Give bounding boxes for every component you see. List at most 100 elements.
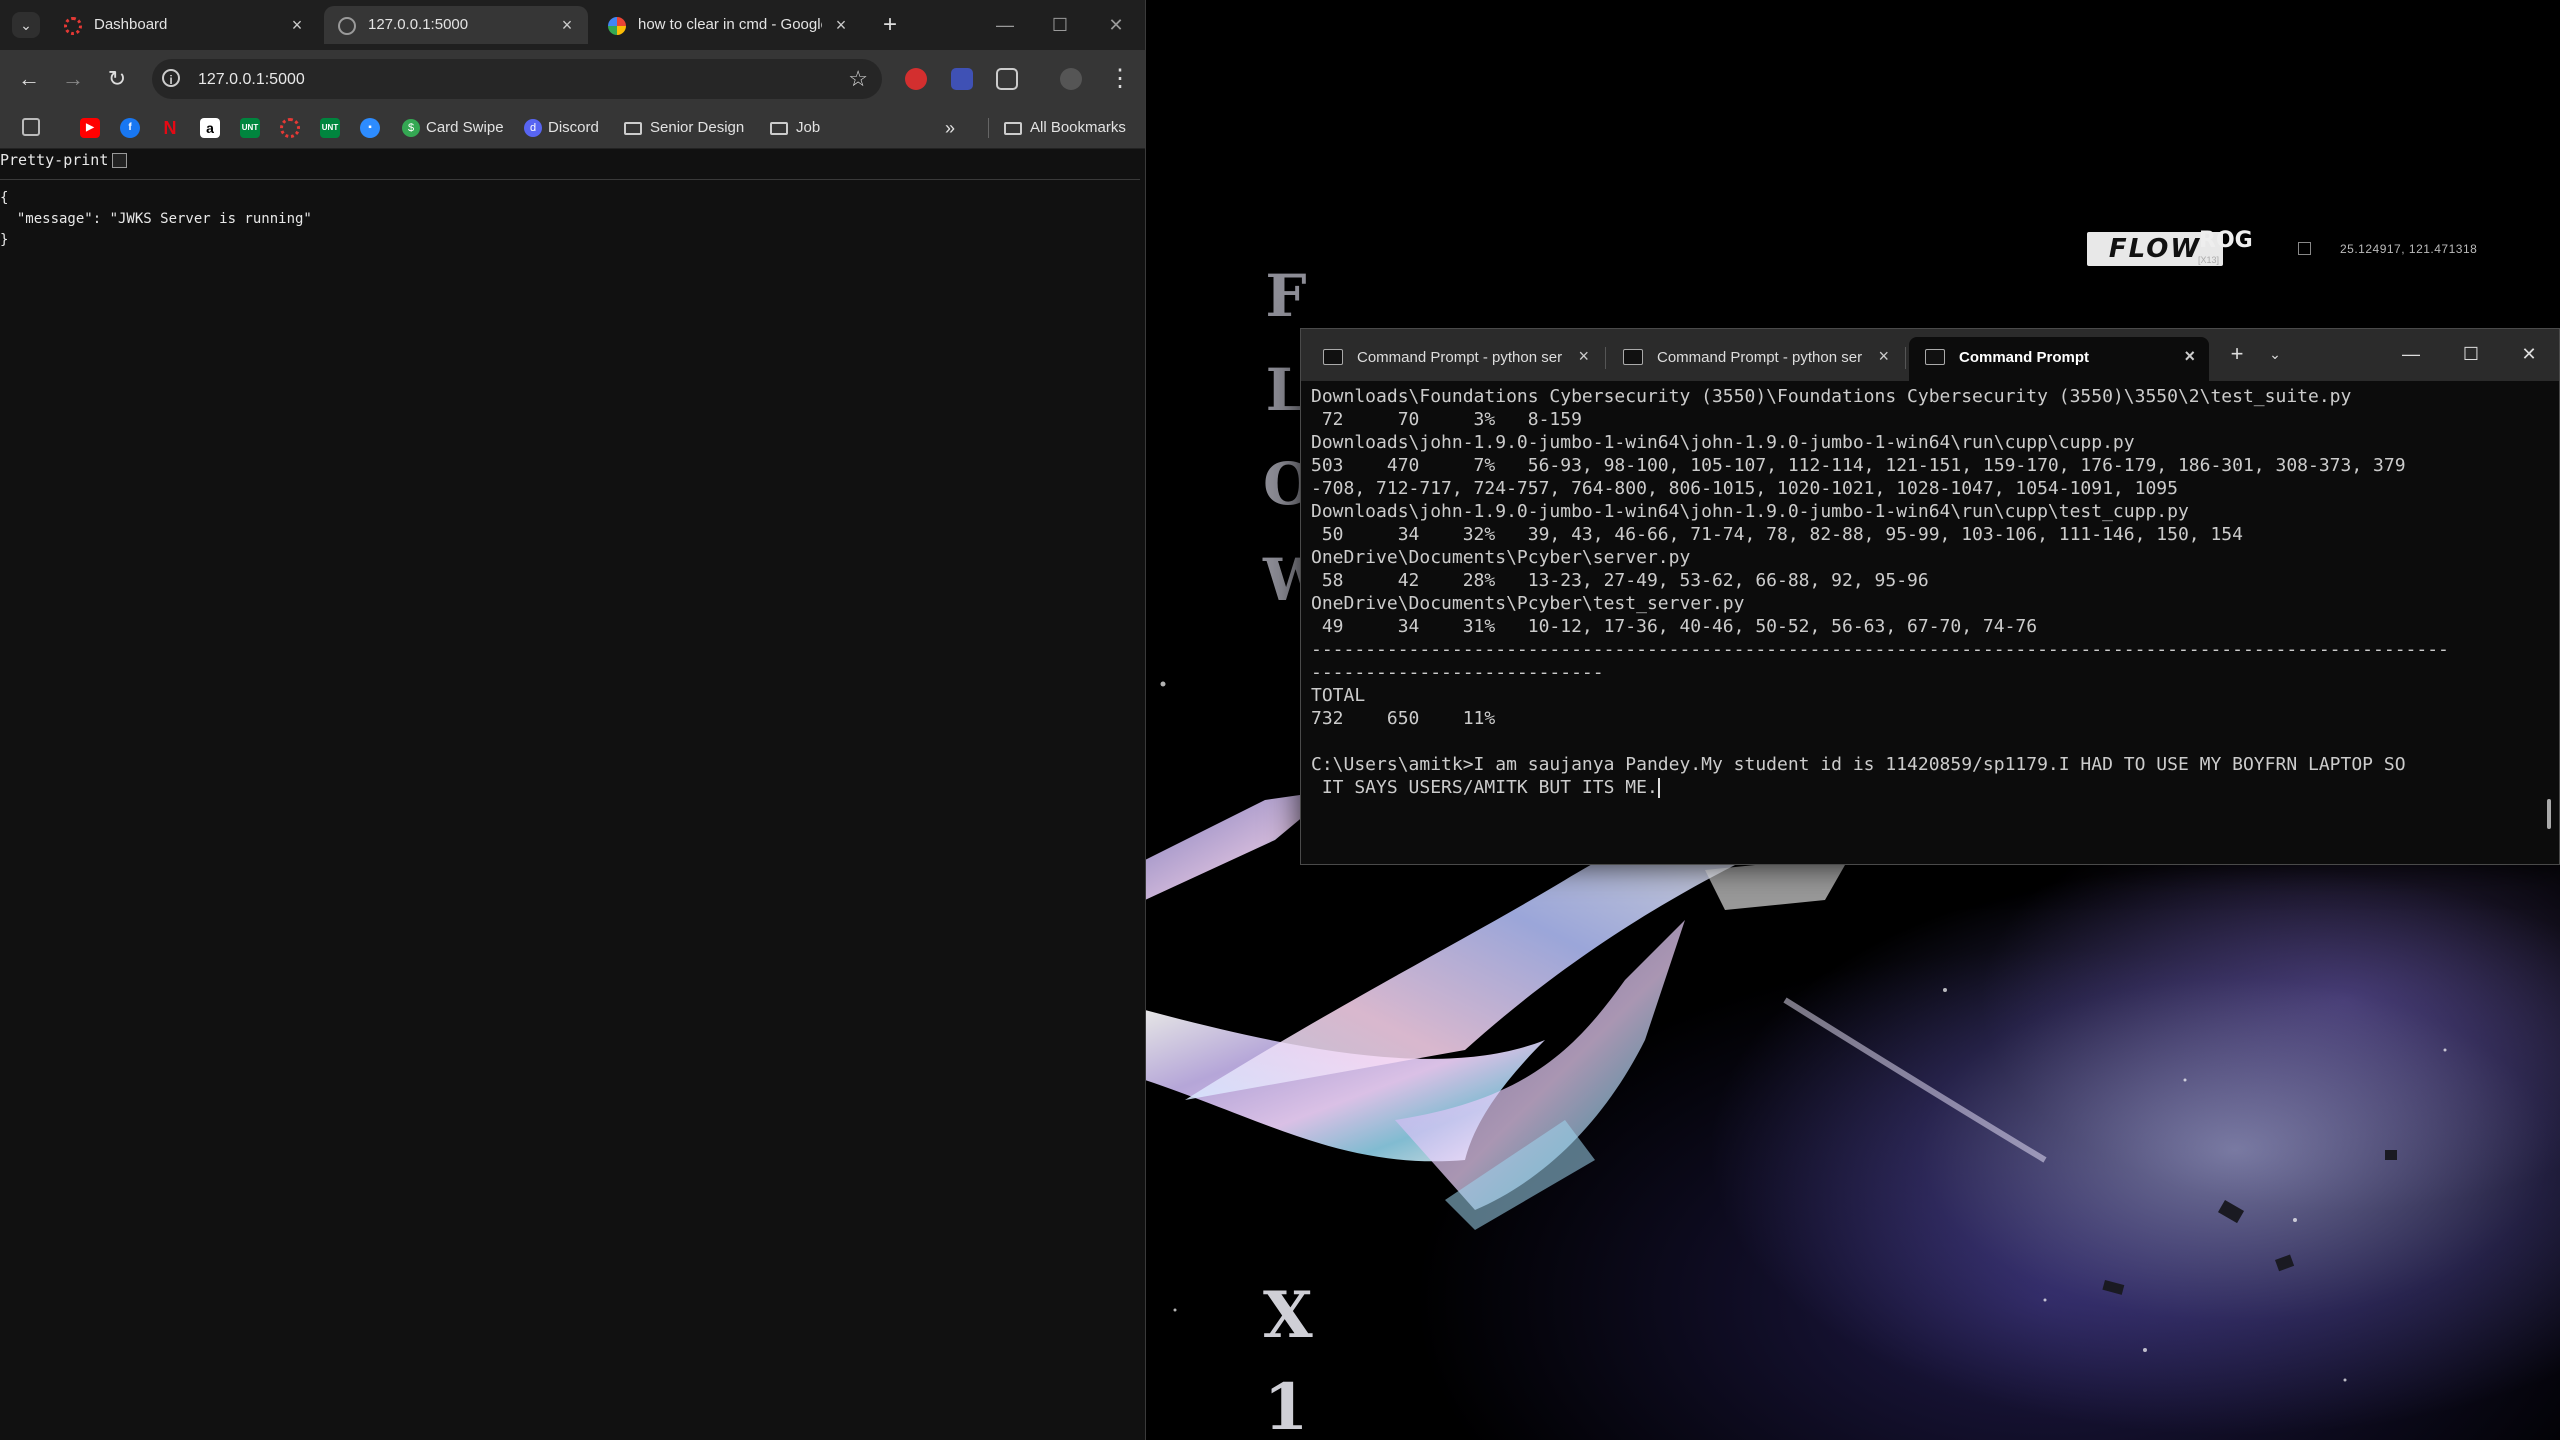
dashboard-favicon-icon xyxy=(64,17,82,35)
terminal-tab-title: Command Prompt xyxy=(1959,349,2090,366)
bookmark-card-swipe[interactable]: $ Card Swipe xyxy=(402,116,504,140)
tab-search-chevron-icon[interactable]: ⌄ xyxy=(12,12,40,38)
terminal-window: Command Prompt - python server.py × Comm… xyxy=(1300,328,2560,865)
close-tab-icon[interactable]: × xyxy=(1878,346,1889,367)
terminal-line: Downloads\john-1.9.0-jumbo-1-win64\john-… xyxy=(1311,501,2189,522)
cmd-icon xyxy=(1623,349,1643,365)
bookmarks-divider xyxy=(988,118,989,138)
terminal-line: 50 34 32% 39, 43, 46-66, 71-74, 78, 82-8… xyxy=(1311,524,2243,545)
youtube-icon[interactable]: ▶ xyxy=(80,118,100,138)
address-input[interactable] xyxy=(196,65,800,95)
bookmark-star-icon[interactable]: ☆ xyxy=(848,66,868,92)
terminal-scrollbar[interactable] xyxy=(2547,799,2551,829)
google-icon xyxy=(608,17,626,35)
json-response: { "message": "JWKS Server is running" } xyxy=(0,179,1140,251)
all-bookmarks-folder[interactable]: All Bookmarks xyxy=(1004,116,1126,140)
terminal-tab-title: Command Prompt - python server.py xyxy=(1657,349,1862,366)
terminal-line: 72 70 3% 8-159 xyxy=(1311,409,1582,430)
tab-title: how to clear in cmd - Google Search xyxy=(638,16,822,33)
amazon-icon[interactable]: a xyxy=(200,118,220,138)
minimize-icon[interactable]: — xyxy=(2391,339,2431,369)
address-bar[interactable]: i ☆ xyxy=(152,59,882,99)
close-tab-icon[interactable]: × xyxy=(286,14,308,36)
close-tab-icon[interactable]: × xyxy=(556,14,578,36)
json-line: { xyxy=(0,190,9,206)
pretty-print-checkbox[interactable] xyxy=(112,153,127,168)
terminal-line: 732 650 11% xyxy=(1311,708,1496,729)
bookmarks-bar: ▶ f N a UNT UNT ▪ $ Card Swipe d Discord S… xyxy=(0,108,1145,149)
coordinates-text: 25.124917, 121.471318 xyxy=(2340,242,2478,256)
folder-icon xyxy=(770,121,788,135)
red-circle-icon[interactable] xyxy=(280,118,300,138)
unt-icon[interactable]: UNT xyxy=(240,118,260,138)
terminal-line: C:\Users\amitk>I am saujanya Pandey.My s… xyxy=(1311,754,2406,775)
bookmark-folder-job[interactable]: Job xyxy=(770,116,820,140)
back-arrow-icon[interactable]: ← xyxy=(14,64,44,94)
terminal-line: OneDrive\Documents\Pcyber\server.py xyxy=(1311,547,1691,568)
zoom-icon[interactable]: ▪ xyxy=(360,118,380,138)
terminal-output[interactable]: Downloads\Foundations Cybersecurity (355… xyxy=(1311,385,2541,855)
globe-icon xyxy=(338,17,356,35)
terminal-tab-bar: Command Prompt - python server.py × Comm… xyxy=(1301,329,2559,381)
unt-green-icon[interactable]: UNT xyxy=(320,118,340,138)
extensions-puzzle-icon[interactable] xyxy=(996,68,1018,90)
maximize-icon[interactable]: ☐ xyxy=(2451,339,2491,369)
text-cursor xyxy=(1657,778,1660,798)
reload-icon[interactable]: ↻ xyxy=(102,64,132,94)
red-extension-icon[interactable] xyxy=(905,68,927,90)
cmd-icon xyxy=(1925,349,1945,365)
profile-avatar-icon[interactable] xyxy=(1060,68,1082,90)
apps-grid-icon[interactable] xyxy=(22,118,40,136)
close-tab-icon[interactable]: × xyxy=(830,14,852,36)
dropdown-chevron-icon[interactable]: ⌄ xyxy=(2255,339,2295,369)
x13-letter: X xyxy=(1263,1278,1313,1353)
close-tab-icon[interactable]: × xyxy=(2184,346,2195,367)
corner-icon xyxy=(2298,242,2311,255)
close-tab-icon[interactable]: × xyxy=(1578,346,1589,367)
netflix-icon[interactable]: N xyxy=(160,118,180,138)
bitwarden-extension-icon[interactable] xyxy=(951,68,973,90)
forward-arrow-icon[interactable]: → xyxy=(58,64,88,94)
browser-toolbar: ← → ↻ i ☆ ⋮ xyxy=(0,50,1145,108)
facebook-icon[interactable]: f xyxy=(120,118,140,138)
browser-menu-icon[interactable]: ⋮ xyxy=(1108,64,1132,94)
tab-title: Dashboard xyxy=(94,16,168,33)
terminal-tab-active[interactable]: Command Prompt × xyxy=(1909,337,2209,381)
tab-localhost[interactable]: 127.0.0.1:5000 × xyxy=(324,6,588,44)
terminal-line: 49 34 31% 10-12, 17-36, 40-46, 50-52, 56… xyxy=(1311,616,2038,637)
maximize-icon[interactable]: ☐ xyxy=(1040,10,1080,40)
rog-model-label: [X13] xyxy=(2198,255,2220,265)
terminal-tab[interactable]: Command Prompt - python server.py × xyxy=(1607,337,1906,381)
tab-google-search[interactable]: how to clear in cmd - Google Search × xyxy=(594,6,862,44)
close-window-icon[interactable]: ✕ xyxy=(1096,10,1136,40)
minimize-icon[interactable]: — xyxy=(985,10,1025,40)
terminal-line: 58 42 28% 13-23, 27-49, 53-62, 66-88, 92… xyxy=(1311,570,1929,591)
rog-logo: ROG xyxy=(2199,228,2253,253)
terminal-line: OneDrive\Documents\Pcyber\test_server.py xyxy=(1311,593,1745,614)
site-info-icon[interactable]: i xyxy=(162,69,180,87)
json-line: } xyxy=(0,232,9,248)
bookmark-folder-senior-design[interactable]: Senior Design xyxy=(624,116,744,140)
bookmark-discord[interactable]: d Discord xyxy=(524,116,599,140)
terminal-line: ----------------------------------------… xyxy=(1311,639,2449,660)
flow-letter: F xyxy=(1265,262,1307,330)
new-terminal-tab-plus-icon[interactable]: + xyxy=(2217,339,2257,369)
tab-strip: ⌄ Dashboard × 127.0.0.1:5000 × how to cl… xyxy=(0,0,1145,50)
tab-title: 127.0.0.1:5000 xyxy=(368,16,469,33)
more-bookmarks-chevron-icon[interactable]: » xyxy=(945,116,955,140)
terminal-line: 503 470 7% 56-93, 98-100, 105-107, 112-1… xyxy=(1311,455,2406,476)
discord-icon: d xyxy=(524,119,542,138)
terminal-line: -708, 712-717, 724-757, 764-800, 806-101… xyxy=(1311,478,2178,499)
folder-icon xyxy=(1004,121,1022,135)
new-tab-plus-icon[interactable]: + xyxy=(876,12,904,38)
pretty-print-label: Pretty-print xyxy=(0,151,109,169)
terminal-line: --------------------------- xyxy=(1311,662,1604,683)
tab-dashboard[interactable]: Dashboard × xyxy=(50,6,318,44)
terminal-line: Downloads\Foundations Cybersecurity (355… xyxy=(1311,386,2352,407)
terminal-line: IT SAYS USERS/AMITK BUT ITS ME. xyxy=(1311,777,1658,798)
terminal-tab-title: Command Prompt - python server.py xyxy=(1357,349,1562,366)
terminal-line: TOTAL xyxy=(1311,685,1366,706)
cmd-icon xyxy=(1323,349,1343,365)
terminal-tab[interactable]: Command Prompt - python server.py × xyxy=(1307,337,1606,381)
close-window-icon[interactable]: ✕ xyxy=(2509,339,2549,369)
